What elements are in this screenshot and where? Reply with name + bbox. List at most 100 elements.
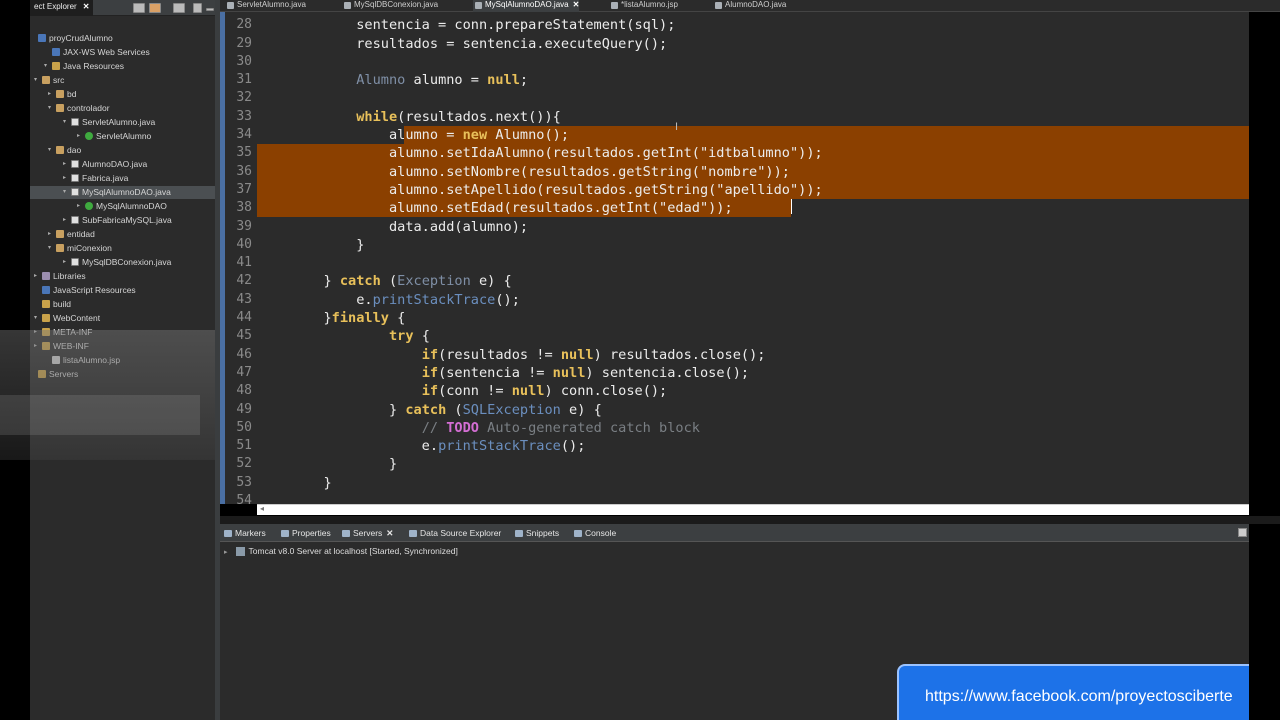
code-line[interactable]: e.printStackTrace(); <box>258 437 586 455</box>
code-line[interactable]: e.printStackTrace(); <box>258 291 520 309</box>
minimize-panel-icon[interactable] <box>1238 528 1247 537</box>
link-editor-icon[interactable] <box>149 3 161 13</box>
code-line[interactable]: alumno.setNombre(resultados.getString("n… <box>258 163 790 181</box>
tree-item[interactable]: proyCrudAlumno <box>30 32 113 45</box>
editor-tab[interactable]: MySqlAlumnoDAO.java ✕ <box>473 0 580 12</box>
chevron-right-icon[interactable]: ▸ <box>34 270 42 283</box>
code-line[interactable]: if(sentencia != null) sentencia.close(); <box>258 364 749 382</box>
editor-tab-label: MySqlAlumnoDAO.java <box>485 0 569 9</box>
tree-item[interactable]: ▾ WebContent <box>34 312 100 325</box>
tree-item[interactable]: ▸ AlumnoDAO.java <box>63 158 147 171</box>
code-line[interactable]: alumno.setApellido(resultados.getString(… <box>258 181 823 199</box>
explorer-tab[interactable]: ect Explorer ✕ <box>30 0 94 16</box>
tree-item[interactable]: ▸ ServletAlumno <box>77 130 151 143</box>
code-line[interactable]: data.add(alumno); <box>258 218 528 236</box>
code-line[interactable]: } <box>258 474 331 492</box>
code-token: } <box>258 273 340 290</box>
tree-item[interactable]: ▾ MySqlAlumnoDAO.java <box>30 186 215 199</box>
code-token: (); <box>560 438 586 455</box>
code-token: data.add(alumno); <box>258 218 529 235</box>
code-line[interactable]: } <box>258 455 397 473</box>
close-icon[interactable]: ✕ <box>83 2 90 11</box>
code-line[interactable]: alumno.setEdad(resultados.getInt("edad")… <box>258 199 733 217</box>
tree-item[interactable]: ▾ Java Resources <box>44 60 124 73</box>
chevron-down-icon[interactable]: ▾ <box>44 60 52 73</box>
chevron-right-icon[interactable]: ▸ <box>63 256 71 269</box>
code-line[interactable]: resultados = sentencia.executeQuery(); <box>258 35 667 53</box>
chevron-right-icon[interactable]: ▸ <box>63 158 71 171</box>
panel-tab[interactable]: Snippets <box>514 527 559 540</box>
code-line[interactable]: }finally { <box>258 309 405 327</box>
chevron-down-icon[interactable]: ▾ <box>48 144 56 157</box>
tree-item-label: MySqlAlumnoDAO.java <box>82 187 171 197</box>
tree-item[interactable]: ▾ ServletAlumno.java <box>63 116 155 129</box>
editor-tab[interactable]: AlumnoDAO.java <box>713 0 786 12</box>
collapse-all-icon[interactable] <box>133 3 145 13</box>
code-line[interactable]: alumno = new Alumno(); <box>258 126 569 144</box>
tree-item[interactable]: JAX-WS Web Services <box>44 46 150 59</box>
code-line[interactable]: try { <box>258 327 430 345</box>
facebook-url[interactable]: https://www.facebook.com/proyectoscibert… <box>925 688 1233 706</box>
chevron-right-icon[interactable]: ▸ <box>63 214 71 227</box>
server-row[interactable]: ▸ Tomcat v8.0 Server at localhost [Starte… <box>224 545 458 558</box>
code-line[interactable]: // TODO Auto-generated catch block <box>258 419 700 437</box>
chevron-down-icon[interactable]: ▾ <box>34 74 42 87</box>
panel-tab[interactable]: Data Source Explorer <box>408 527 501 540</box>
chevron-down-icon[interactable] <box>193 3 202 13</box>
tree-item[interactable]: JavaScript Resources <box>34 284 136 297</box>
line-number: 53 <box>236 474 252 490</box>
expand-arrow-icon[interactable]: ▸ <box>224 549 228 556</box>
tree-item[interactable]: ▾ dao <box>48 144 81 157</box>
chevron-down-icon[interactable]: ▾ <box>48 102 56 115</box>
scroll-left-icon[interactable]: ◂ <box>260 504 264 513</box>
tree-item[interactable]: ▸ bd <box>48 88 76 101</box>
tree-item[interactable]: ▸ MySqlAlumnoDAO <box>77 200 167 213</box>
tree-item[interactable]: ▸ MySqlDBConexion.java <box>63 256 171 269</box>
tree-item[interactable]: ▸ Libraries <box>34 270 86 283</box>
tree-item[interactable]: ▸ SubFabricaMySQL.java <box>63 214 172 227</box>
panel-tab[interactable]: Markers <box>223 527 266 540</box>
tree-item[interactable]: ▸ Fabrica.java <box>63 172 128 185</box>
panel-tab[interactable]: Properties <box>280 527 331 540</box>
code-editor[interactable]: 28 29 30 31 32 33 34 35 36 37 38 39 40 41 42 43 44 45 46 47… <box>220 12 1249 504</box>
chevron-down-icon[interactable]: ▾ <box>63 116 71 129</box>
code-line[interactable]: } <box>258 236 364 254</box>
code-line[interactable]: if(resultados != null) resultados.close(… <box>258 346 766 364</box>
chevron-down-icon[interactable]: ▾ <box>34 312 42 325</box>
editor-tab[interactable]: MySqlDBConexion.java <box>342 0 438 12</box>
tree-item[interactable]: ▾ miConexion <box>48 242 112 255</box>
editor-tab[interactable]: ServletAlumno.java <box>225 0 306 12</box>
panel-tab[interactable]: Console <box>573 527 616 540</box>
code-line[interactable]: sentencia = conn.prepareStatement(sql); <box>258 16 675 34</box>
tree-item[interactable]: ▾ src <box>34 74 64 87</box>
chevron-right-icon[interactable]: ▸ <box>77 130 85 143</box>
chevron-down-icon[interactable]: ▾ <box>48 242 56 255</box>
chevron-right-icon[interactable]: ▸ <box>48 88 56 101</box>
facebook-banner[interactable]: https://www.facebook.com/proyectoscibert… <box>897 664 1249 720</box>
tree-item[interactable]: ▾ controlador <box>48 102 110 115</box>
code-line[interactable]: Alumno alumno = null; <box>258 71 528 89</box>
chevron-right-icon[interactable]: ▸ <box>48 228 56 241</box>
chevron-down-icon[interactable]: ▾ <box>63 186 71 199</box>
editor-tab[interactable]: *listaAlumno.jsp <box>609 0 678 12</box>
line-number: 45 <box>236 328 252 344</box>
tree-item[interactable]: build <box>34 298 71 311</box>
horizontal-scrollbar[interactable] <box>257 504 1249 515</box>
close-icon[interactable]: ✕ <box>573 0 580 9</box>
code-token: e) { <box>560 401 602 418</box>
code-line[interactable]: while(resultados.next()){ <box>258 108 561 126</box>
panel-tab[interactable]: Servers ✕ <box>341 527 393 540</box>
close-icon[interactable]: ✕ <box>386 528 393 538</box>
chevron-right-icon[interactable]: ▸ <box>77 200 85 213</box>
code-line[interactable]: alumno.setIdaAlumno(resultados.getInt("i… <box>258 144 823 162</box>
tree-item[interactable]: ▸ entidad <box>48 228 95 241</box>
tree-item-label: MySqlDBConexion.java <box>82 257 172 267</box>
view-menu-icon[interactable] <box>173 3 185 13</box>
code-line[interactable]: } catch (SQLException e) { <box>258 401 602 419</box>
chevron-right-icon[interactable]: ▸ <box>63 172 71 185</box>
minimize-icon[interactable] <box>206 8 214 11</box>
code-line[interactable]: } catch (Exception e) { <box>258 272 511 290</box>
code-line[interactable]: if(conn != null) conn.close(); <box>258 382 668 400</box>
